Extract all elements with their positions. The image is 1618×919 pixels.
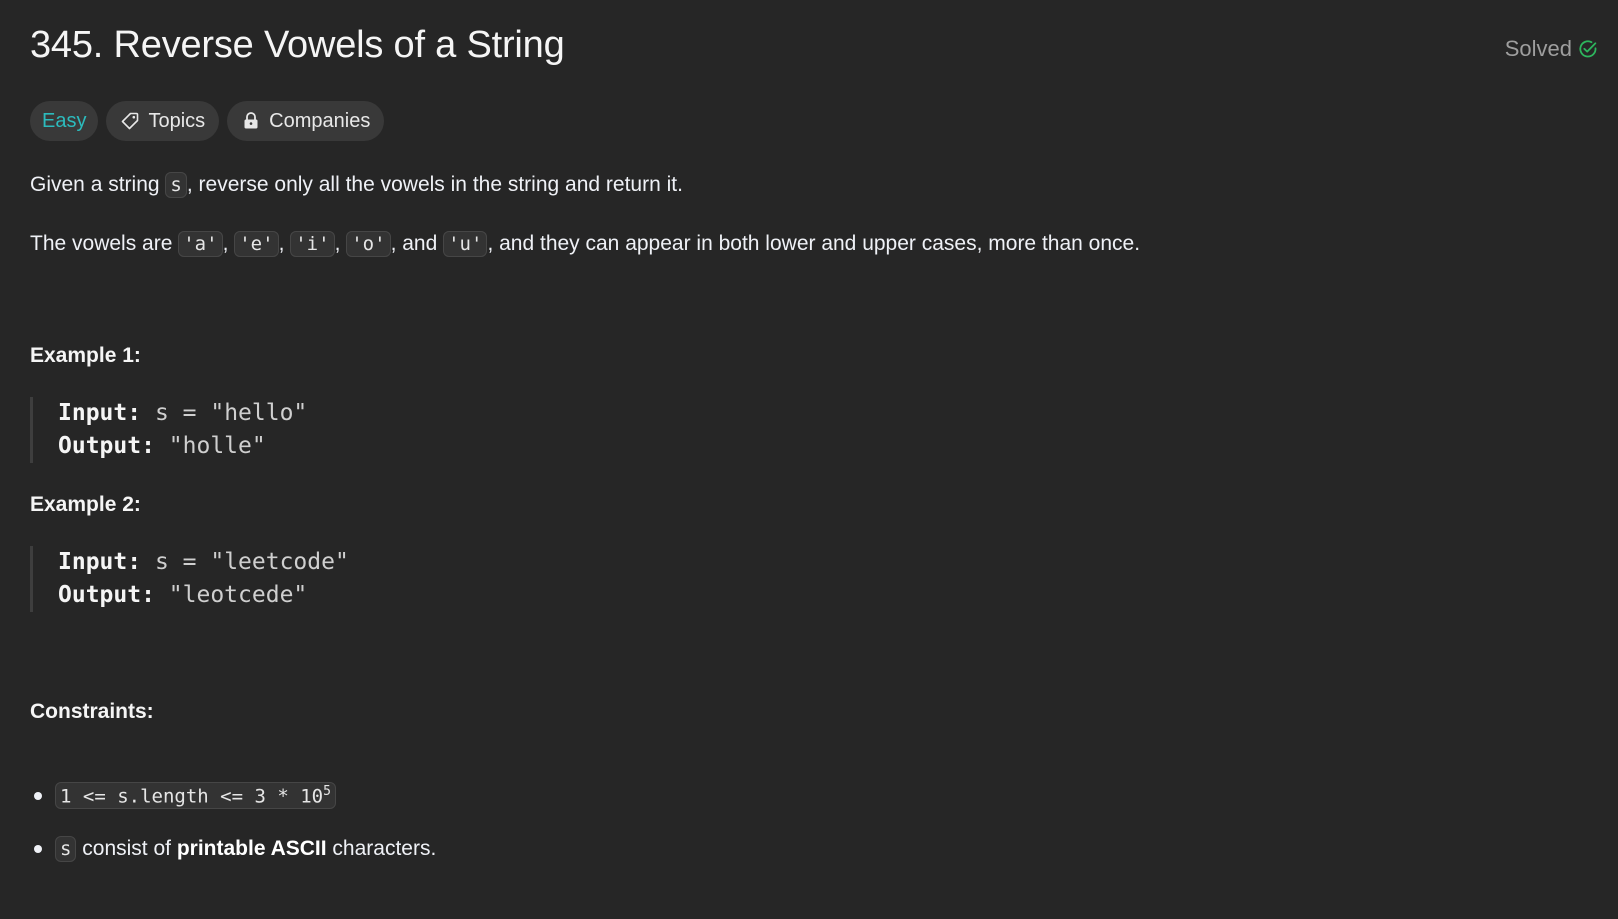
inline-code-vowel: 'e'	[234, 231, 279, 257]
constraint-item: s consist of printable ASCII characters.	[30, 836, 436, 862]
difficulty-label: Easy	[42, 109, 87, 132]
example-1-block: Input: s = "hello" Output: "holle"	[30, 397, 307, 463]
description-paragraph-1: Given a string s, reverse only all the v…	[30, 169, 683, 201]
input-value: s = "hello"	[154, 400, 308, 426]
constraint-text: characters.	[326, 837, 437, 860]
example-output-line: Output: "leotcede"	[58, 579, 349, 612]
output-label: Output:	[58, 433, 155, 459]
inline-code-vowel: 'i'	[290, 231, 335, 257]
example-2-block: Input: s = "leetcode" Output: "leotcede"	[30, 546, 349, 612]
tag-icon	[120, 111, 140, 131]
problem-title[interactable]: 345. Reverse Vowels of a String	[30, 24, 565, 67]
description-paragraph-2: The vowels are 'a', 'e', 'i', 'o', and '…	[30, 228, 1140, 260]
constraint-item: 1 <= s.length <= 3 * 105	[30, 782, 336, 810]
input-value: s = "leetcode"	[154, 549, 349, 575]
constraint-code: 1 <= s.length <= 3 * 105	[55, 782, 336, 810]
separator-text: ,	[334, 232, 347, 255]
topics-button[interactable]: Topics	[106, 101, 220, 141]
lock-icon	[241, 111, 261, 131]
bullet-dot	[34, 845, 42, 853]
constraint-bold-text: printable ASCII	[176, 837, 327, 860]
description-text: The vowels are	[30, 232, 179, 255]
companies-button[interactable]: Companies	[227, 101, 385, 141]
example-input-line: Input: s = "hello"	[58, 397, 307, 430]
tag-bar: Easy Topics Companies	[30, 101, 385, 141]
example-input-line: Input: s = "leetcode"	[58, 546, 349, 579]
inline-code-vowel: 'u'	[443, 231, 488, 257]
separator-text: , and	[390, 232, 444, 255]
inline-code-vowel: 'o'	[346, 231, 391, 257]
constraints-heading: Constraints:	[30, 700, 154, 723]
companies-label: Companies	[269, 109, 371, 132]
difficulty-badge: Easy	[30, 101, 99, 141]
inline-code-s: s	[55, 836, 77, 862]
constraint-expression: 1 <= s.length <= 3 * 10	[60, 785, 324, 808]
input-label: Input:	[58, 400, 142, 426]
example-2-heading: Example 2:	[30, 493, 141, 516]
topics-label: Topics	[148, 109, 206, 132]
output-label: Output:	[58, 582, 155, 608]
separator-text: ,	[222, 232, 235, 255]
title-row: 345. Reverse Vowels of a String Solved	[30, 24, 1598, 76]
check-circle-icon	[1578, 39, 1598, 59]
description-text: , and they can appear in both lower and …	[487, 232, 1141, 255]
output-value: "leotcede"	[168, 582, 308, 608]
inline-code-vowel: 'a'	[178, 231, 223, 257]
inline-code-s: s	[165, 172, 187, 198]
solved-label: Solved	[1504, 36, 1572, 61]
separator-text: ,	[278, 232, 291, 255]
example-output-line: Output: "holle"	[58, 430, 307, 463]
description-text: , reverse only all the vowels in the str…	[186, 173, 683, 196]
description-text: Given a string	[30, 173, 166, 196]
example-1-heading: Example 1:	[30, 344, 141, 367]
problem-description-panel: 345. Reverse Vowels of a String Solved E…	[30, 0, 1597, 919]
constraint-text: consist of	[76, 837, 177, 860]
bullet-dot	[34, 791, 42, 800]
output-value: "holle"	[168, 433, 266, 459]
exponent: 5	[323, 784, 331, 799]
solved-status: Solved	[1505, 36, 1598, 62]
input-label: Input:	[58, 549, 142, 575]
